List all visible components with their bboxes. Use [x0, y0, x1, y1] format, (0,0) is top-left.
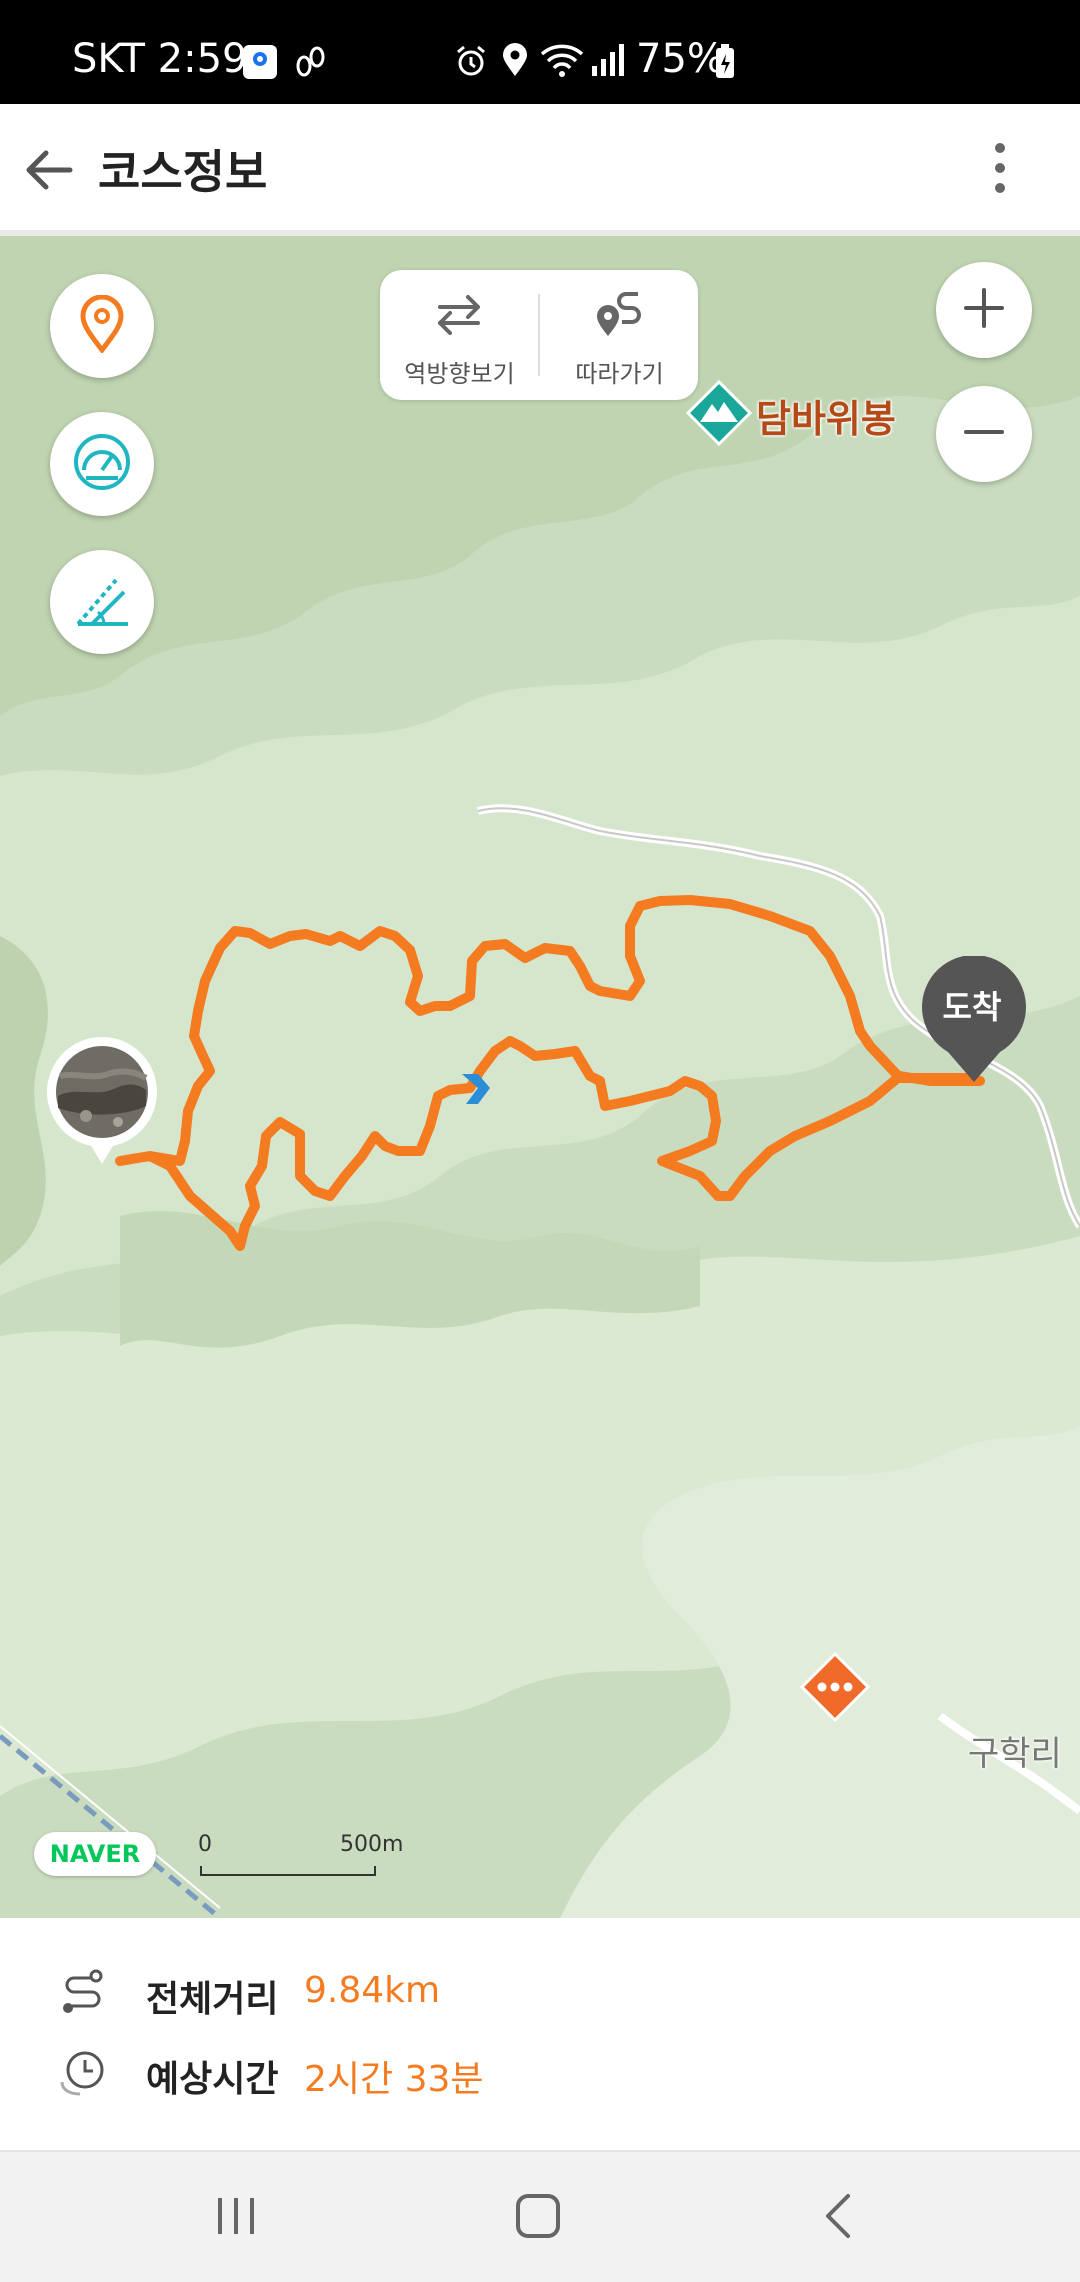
photo-app-icon	[242, 44, 278, 84]
location-icon	[500, 42, 530, 82]
naver-logo: NAVER	[34, 1832, 156, 1876]
scale-zero: 0	[198, 1832, 212, 1857]
location-pin-button[interactable]	[50, 274, 154, 378]
peak-name: 담바위봉	[756, 397, 896, 441]
follow-route-button[interactable]: 따라가기	[540, 270, 699, 400]
arrival-marker[interactable]: 도착	[920, 956, 1028, 1086]
mountain-peak-icon[interactable]	[685, 379, 753, 450]
signal-icon	[590, 42, 626, 82]
back-icon[interactable]	[810, 2186, 870, 2246]
alarm-icon	[454, 44, 488, 82]
photo-marker[interactable]	[46, 1036, 158, 1166]
zoom-out-button[interactable]	[936, 386, 1032, 482]
reverse-route-label: 역방향보기	[404, 360, 515, 388]
map-scale: 0 500m	[196, 1832, 403, 1882]
zoom-in-button[interactable]	[936, 262, 1032, 358]
reverse-route-button[interactable]: 역방향보기	[380, 270, 539, 400]
route-distance-icon	[58, 1968, 108, 2018]
route-controls: 역방향보기 따라가기	[380, 270, 698, 400]
time-label: 예상시간	[146, 2059, 279, 2100]
recent-apps-icon[interactable]	[206, 2186, 266, 2246]
battery-charging-icon	[714, 44, 736, 84]
battery-percent: 75%	[636, 36, 725, 82]
status-bar: SKT 2:59 75%	[0, 0, 1080, 104]
village-name: 구학리	[968, 1734, 1062, 1774]
speedometer-icon	[72, 432, 132, 496]
scale-distance: 500m	[340, 1832, 404, 1857]
course-summary: 전체거리 9.84km 예상시간 2시간 33분	[0, 1918, 1080, 2148]
distance-label: 전체거리	[146, 1979, 279, 2020]
more-vertical-icon[interactable]	[980, 138, 1020, 198]
map-view[interactable]: 역방향보기 따라가기 담바위봉 도착 구학리 NAVER 0 500m	[0, 236, 1080, 1918]
arrow-left-icon[interactable]	[20, 140, 80, 200]
scale-bar	[200, 1866, 376, 1876]
status-time: SKT 2:59	[72, 36, 248, 82]
speedometer-button[interactable]	[50, 412, 154, 516]
system-nav-bar	[0, 2150, 1080, 2282]
location-pin-icon	[77, 294, 127, 357]
route-follow-icon	[594, 288, 644, 344]
arrival-label: 도착	[942, 988, 1002, 1026]
follow-route-label: 따라가기	[575, 360, 664, 388]
distance-value: 9.84km	[304, 1970, 441, 2011]
course-route	[115, 895, 985, 1251]
slope-icon	[72, 570, 132, 634]
page-title: 코스정보	[98, 145, 268, 199]
app-bar: 코스정보	[0, 104, 1080, 232]
trail-photo-thumbnail	[47, 1037, 157, 1164]
home-icon[interactable]	[508, 2186, 568, 2246]
zoom-in-icon	[962, 286, 1006, 334]
swap-arrows-icon	[434, 290, 484, 344]
time-value: 2시간 33분	[304, 2059, 484, 2100]
poi-more-icon[interactable]	[799, 1651, 871, 1726]
clock-icon	[58, 2048, 108, 2098]
slope-button[interactable]	[50, 550, 154, 654]
footprints-icon	[292, 44, 328, 84]
wifi-icon	[540, 42, 584, 82]
zoom-out-icon	[962, 410, 1006, 458]
